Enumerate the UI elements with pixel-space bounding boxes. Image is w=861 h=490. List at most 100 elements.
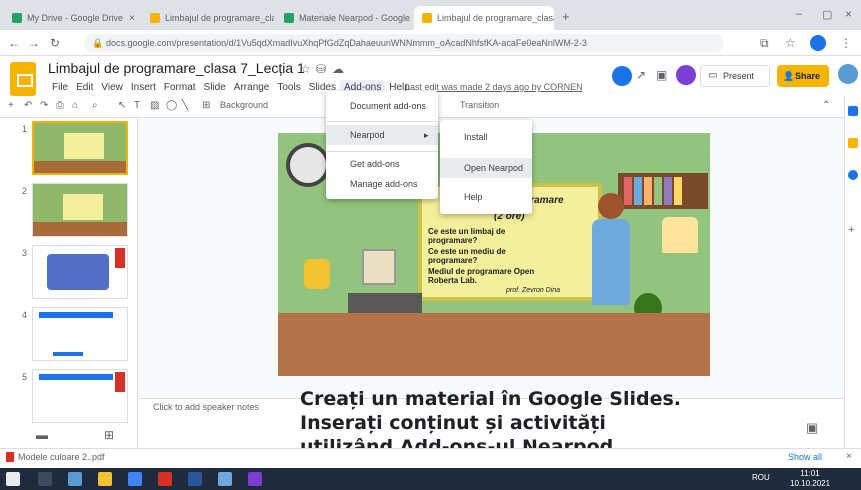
word-icon[interactable] [188,472,202,486]
slide-thumbnail-4[interactable] [32,307,128,361]
new-tab-button[interactable]: + [562,9,570,24]
menu-format[interactable]: Format [160,80,200,95]
menu-file[interactable]: File [48,80,72,95]
reload-icon[interactable]: ↻ [50,36,60,50]
comments-icon[interactable]: ▣ [656,68,667,82]
taskbar-clock[interactable]: 11:01 10.10.2021 [790,469,830,489]
close-tab-icon[interactable]: × [123,13,135,24]
clock-image [286,143,330,187]
print-icon[interactable]: ⎙ [56,100,64,111]
search-icon[interactable] [38,472,52,486]
select-icon[interactable]: ↖ [118,100,126,111]
add-addon-icon[interactable]: + [848,224,854,236]
textbox-icon[interactable]: T [134,100,140,111]
thumb-board [64,133,104,159]
share-button[interactable]: 👤 Share [777,65,829,87]
slide-thumbnail-3[interactable] [32,245,128,299]
board-bullet-1: Ce este un limbaj de programare? [428,227,506,245]
filmstrip-view-icon[interactable]: ⊞ [104,428,114,442]
tasks-icon[interactable] [848,170,858,180]
move-folder-icon[interactable]: ⛁ [316,62,326,76]
line-icon[interactable]: ╲ [182,100,188,111]
menu-edit[interactable]: Edit [72,80,97,95]
paint-format-icon[interactable]: ⌂ [72,100,78,111]
minimize-icon[interactable]: – [796,8,802,20]
grid-view-icon[interactable]: ▬ [36,428,48,442]
lock-icon: 🔒 [92,38,104,48]
menu-slide[interactable]: Slide [200,80,230,95]
taskview-icon[interactable] [68,472,82,486]
menu-item-manage-addons[interactable]: Manage add-ons [350,179,418,189]
collaborator-avatar[interactable] [612,66,632,86]
background-button[interactable]: Background [220,100,268,110]
profile-avatar[interactable] [810,35,826,51]
url-text: docs.google.com/presentation/d/1Vu5qdXma… [106,38,587,48]
document-title[interactable]: Limbajul de programare_clasa 7_Lecția 1 [48,60,305,76]
zoom-icon[interactable]: ⌕ [92,100,98,111]
redo-icon[interactable]: ↷ [40,100,48,111]
menu-item-document-addons[interactable]: Document add-ons [350,101,426,111]
present-button[interactable]: ▭ Present [700,65,770,87]
computer-image [362,249,396,285]
tab-label: Materiale Nearpod - Google Drive [299,13,412,23]
close-downloads-icon[interactable]: × [846,451,852,462]
star-icon[interactable]: ☆ [300,62,311,76]
back-icon[interactable]: ← [8,36,20,50]
menu-insert[interactable]: Insert [127,80,160,95]
thumb-floor [34,161,126,173]
transition-button[interactable]: Transition [460,100,499,110]
menu-view[interactable]: View [97,80,127,95]
maximize-icon[interactable]: ▢ [822,8,832,21]
download-item[interactable]: Modele culoare 2..pdf [18,452,105,462]
collapse-icon[interactable]: ⌃ [822,100,830,111]
slides-logo[interactable] [10,62,36,96]
menu-tools[interactable]: Tools [273,80,304,95]
submenu-item-help[interactable]: Help [464,192,483,202]
star-icon[interactable]: ☆ [785,36,796,50]
browser-tab-1[interactable]: My Drive - Google Drive × [4,6,140,30]
thumb-image [47,254,109,290]
nearpod-icon[interactable] [676,65,696,85]
app-icon[interactable] [248,472,262,486]
menu-icon[interactable]: ⋮ [840,36,852,50]
activity-icon[interactable]: ↗ [636,68,646,82]
browser-tab-bar: My Drive - Google Drive × Limbajul de pr… [0,0,861,30]
menu-item-get-addons[interactable]: Get add-ons [350,159,400,169]
slide-thumbnail-5[interactable] [32,369,128,423]
windows-start-icon[interactable] [6,472,20,486]
slide-thumbnail-2[interactable] [32,183,128,237]
submenu-item-open-nearpod[interactable]: Open Nearpod [440,158,532,178]
app-icon[interactable] [218,472,232,486]
undo-icon[interactable]: ↶ [24,100,32,111]
language-indicator[interactable]: ROU [752,473,770,482]
new-slide-icon[interactable]: + [8,100,14,111]
comment-add-icon[interactable]: ⊞ [202,100,210,111]
account-avatar[interactable] [838,64,858,84]
downloads-bar [0,448,861,468]
calendar-icon[interactable] [848,106,858,116]
submenu-item-install[interactable]: Install [464,132,488,142]
thumb-button [53,352,83,356]
slide-thumbnail-1[interactable] [32,121,128,175]
browser-tab-4[interactable]: Limbajul de programare_clasa 7 × [414,6,554,30]
forward-icon[interactable]: → [28,36,40,50]
image-icon[interactable]: ▨ [150,100,159,111]
browser-tab-2[interactable]: Limbajul de programare_clasa 7 × [142,6,274,30]
powerpoint-icon[interactable] [158,472,172,486]
keep-icon[interactable] [848,138,858,148]
shape-icon[interactable]: ◯ [166,100,177,111]
url-input[interactable]: 🔒 docs.google.com/presentation/d/1Vu5qdX… [84,34,724,52]
file-explorer-icon[interactable] [98,472,112,486]
browser-tab-3[interactable]: Materiale Nearpod - Google Drive × [276,6,412,30]
extensions-icon[interactable]: ⧉ [760,36,769,51]
show-all-downloads[interactable]: Show all [788,452,822,462]
nearpod-submenu: Install Open Nearpod Help [440,120,532,214]
chrome-icon[interactable] [128,472,142,486]
slide-number: 5 [22,372,28,382]
tab-label: Limbajul de programare_clasa 7 [437,13,554,23]
menu-item-nearpod[interactable]: Nearpod ▸ [326,125,438,145]
slide-number: 2 [22,186,28,196]
menu-arrange[interactable]: Arrange [230,80,274,95]
close-window-icon[interactable]: × [845,7,852,21]
nearpod-label: Nearpod [350,130,385,140]
